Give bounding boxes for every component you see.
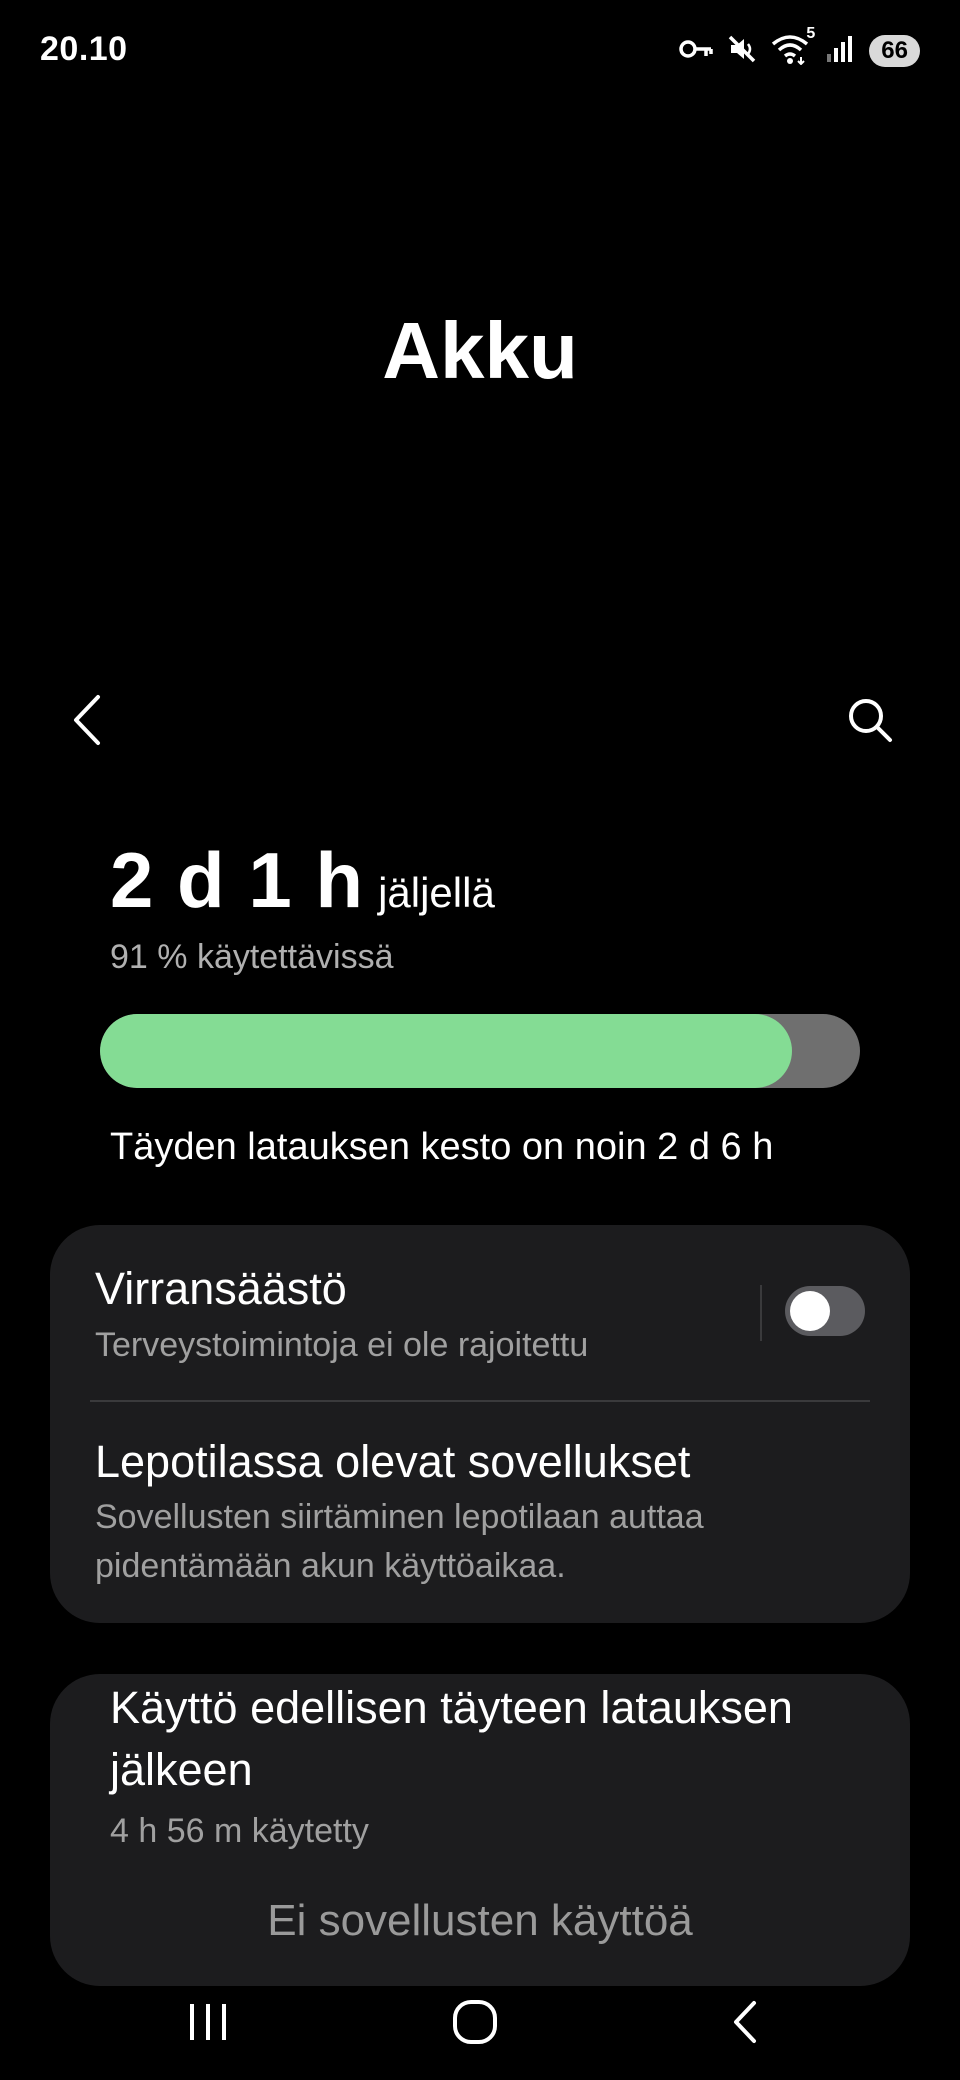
vpn-key-icon — [679, 38, 714, 65]
page-title: Akku — [382, 306, 578, 395]
sleeping-apps-subtitle-line2: pidentämään akun käyttöaikaa. — [95, 1547, 566, 1585]
nav-back-button[interactable] — [705, 1982, 785, 2062]
status-icons: 5 66 — [679, 25, 920, 72]
search-icon — [849, 699, 892, 742]
home-button[interactable] — [435, 1982, 515, 2062]
back-button[interactable] — [48, 680, 128, 760]
recent-apps-icon — [190, 2004, 226, 2040]
chevron-left-icon — [74, 695, 100, 745]
recent-apps-button[interactable] — [168, 1982, 248, 2062]
time-remaining-suffix: jäljellä — [378, 869, 495, 916]
battery-level-badge: 66 — [869, 35, 920, 67]
signal-icon — [825, 34, 855, 69]
power-saving-toggle[interactable] — [785, 1286, 865, 1336]
full-charge-time: Täyden latauksen kesto on noin 2 d 6 h — [110, 1126, 774, 1168]
toggle-knob — [790, 1291, 830, 1331]
power-saving-subtitle: Terveystoimintoja ei ole rajoitettu — [95, 1326, 589, 1364]
navigation-bar — [0, 1980, 960, 2080]
power-saving-row[interactable]: Virransäästö Terveystoimintoja ei ole ra… — [50, 1225, 910, 1400]
status-time: 20.10 — [40, 30, 128, 68]
home-icon — [453, 2000, 497, 2044]
sleeping-apps-subtitle-line1: Sovellusten siirtäminen lepotilaan autta… — [95, 1498, 704, 1536]
no-app-usage-message: Ei sovellusten käyttöä — [267, 1896, 693, 1945]
battery-settings-card: Virransäästö Terveystoimintoja ei ole ra… — [50, 1225, 910, 1623]
usage-title-line1: Käyttö edellisen täyteen latauksen — [110, 1682, 793, 1733]
usage-used-time: 4 h 56 m käytetty — [110, 1812, 369, 1850]
battery-available: 91 % käytettävissä — [110, 938, 394, 976]
search-button[interactable] — [830, 680, 910, 760]
back-icon — [734, 2001, 756, 2043]
battery-level-bar — [100, 1014, 860, 1088]
sleeping-apps-title: Lepotilassa olevat sovellukset — [95, 1436, 691, 1487]
battery-level-fill — [100, 1014, 792, 1088]
wifi-badge: 5 — [806, 24, 816, 42]
usage-card[interactable]: Käyttö edellisen täyteen latauksen jälke… — [50, 1674, 910, 1986]
wifi-icon: 5 — [771, 25, 815, 70]
time-remaining: 2 d 1 h jäljellä — [110, 835, 495, 926]
power-saving-title: Virransäästö — [95, 1263, 347, 1314]
usage-title-line2: jälkeen — [110, 1744, 253, 1795]
sleeping-apps-row[interactable]: Lepotilassa olevat sovellukset Sovellust… — [50, 1402, 910, 1623]
time-remaining-value: 2 d 1 h — [110, 836, 365, 924]
toggle-divider — [760, 1285, 762, 1341]
mute-icon — [727, 34, 757, 69]
